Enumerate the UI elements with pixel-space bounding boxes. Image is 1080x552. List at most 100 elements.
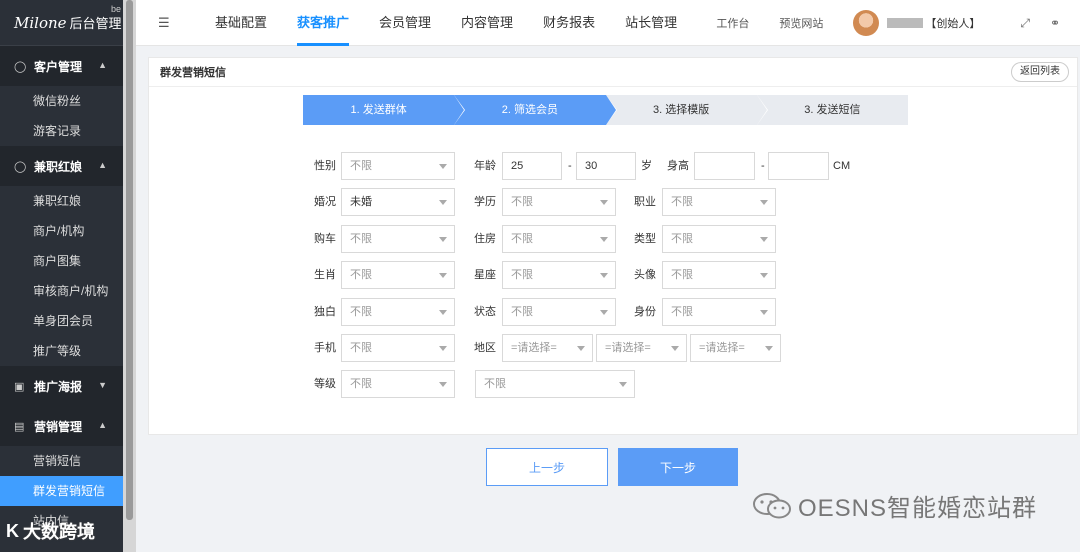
sidebar-item-visitor-records[interactable]: 游客记录	[0, 116, 123, 146]
chevron-down-icon	[439, 237, 447, 242]
constellation-select[interactable]: 不限	[502, 261, 616, 289]
age-range-separator: -	[568, 160, 572, 172]
car-select[interactable]: 不限	[341, 225, 455, 253]
avatar-select[interactable]: 不限	[662, 261, 776, 289]
tab-admin-management[interactable]: 站长管理	[610, 0, 692, 46]
house-label: 住房	[474, 233, 496, 245]
type-label: 类型	[634, 233, 656, 245]
sidebar-group-customer[interactable]: ◯ 客户管理 ▲	[0, 46, 123, 86]
chevron-down-icon	[439, 310, 447, 315]
sidebar-group-matchmaker[interactable]: ◯ 兼职红娘 ▲	[0, 146, 123, 186]
scrollbar-thumb[interactable]	[126, 0, 133, 520]
users-icon: ◯	[14, 160, 27, 173]
calendar-icon: ▣	[14, 380, 25, 393]
prev-step-button[interactable]: 上一步	[486, 448, 608, 486]
phone-label: 手机	[314, 342, 336, 354]
users-icon: ◯	[14, 60, 27, 73]
sidebar-item-review-merchants[interactable]: 审核商户/机构	[0, 276, 123, 306]
region-city-select[interactable]: =请选择=	[596, 334, 687, 362]
tab-basic-config[interactable]: 基础配置	[200, 0, 282, 46]
car-label: 购车	[314, 233, 336, 245]
back-to-list-button[interactable]: 返回列表	[1011, 62, 1069, 82]
watermark-oesns: OESNS智能婚恋站群	[752, 488, 1037, 523]
wechat-icon	[753, 492, 791, 518]
watermark-dashu: K 大数跨境	[6, 518, 95, 544]
sidebar-item-marketing-sms[interactable]: 营销短信	[0, 446, 123, 476]
logo[interactable]: Milone 后台管理 be	[0, 0, 123, 46]
sidebar-item-merchant-gallery[interactable]: 商户图集	[0, 246, 123, 276]
fullscreen-icon[interactable]: ⤢	[1020, 16, 1030, 31]
house-select[interactable]: 不限	[502, 225, 616, 253]
marriage-label: 婚况	[314, 196, 336, 208]
chart-icon: ▤	[14, 420, 25, 433]
content-card: 群发营销短信 返回列表 1. 发送群体 2. 筛选会员 3. 选择模版 3. 发…	[148, 57, 1078, 435]
chevron-down-icon	[760, 310, 768, 315]
age-max-input[interactable]: 30	[576, 152, 636, 180]
step-4: 3. 发送短信	[756, 95, 908, 125]
top-right-area: 工作台 预览网站 【创始人】 ⤢ ⚭	[716, 0, 1080, 46]
age-min-input[interactable]: 25	[502, 152, 562, 180]
marriage-select[interactable]: 未婚	[341, 188, 455, 216]
level-sub-select[interactable]: 不限	[475, 370, 635, 398]
type-select[interactable]: 不限	[662, 225, 776, 253]
education-select[interactable]: 不限	[502, 188, 616, 216]
sidebar-group-marketing[interactable]: ▤ 营销管理 ▲	[0, 406, 123, 446]
sidebar-scrollbar[interactable]	[123, 0, 136, 552]
next-step-button[interactable]: 下一步	[618, 448, 738, 486]
tab-financial-reports[interactable]: 财务报表	[528, 0, 610, 46]
job-select[interactable]: 不限	[662, 188, 776, 216]
zodiac-select[interactable]: 不限	[341, 261, 455, 289]
headset-icon[interactable]: ⚭	[1050, 16, 1060, 30]
height-min-input[interactable]	[694, 152, 755, 180]
tab-content-management[interactable]: 内容管理	[446, 0, 528, 46]
avatar[interactable]	[853, 10, 880, 36]
height-range-separator: -	[761, 160, 765, 172]
tab-member-management[interactable]: 会员管理	[364, 0, 446, 46]
sidebar-item-single-members[interactable]: 单身团会员	[0, 306, 123, 336]
user-role[interactable]: 【创始人】	[925, 15, 980, 31]
monologue-select[interactable]: 不限	[341, 298, 455, 326]
caret-down-icon: ▼	[98, 380, 107, 390]
sidebar-group-posters[interactable]: ▣ 推广海报 ▼	[0, 366, 123, 406]
menu-toggle-icon[interactable]: ☰	[158, 15, 172, 31]
age-label: 年龄	[474, 160, 496, 172]
sidebar-item-bulk-sms[interactable]: 群发营销短信	[0, 476, 123, 506]
sidebar-item-merchants[interactable]: 商户/机构	[0, 216, 123, 246]
level-select[interactable]: 不限	[341, 370, 455, 398]
chevron-down-icon	[760, 237, 768, 242]
sidebar-item-wechat-fans[interactable]: 微信粉丝	[0, 86, 123, 116]
logo-brand: Milone	[14, 13, 67, 32]
sidebar-item-promo-levels[interactable]: 推广等级	[0, 336, 123, 366]
chevron-down-icon	[760, 273, 768, 278]
logo-title: 后台管理	[69, 16, 122, 31]
workbench-link[interactable]: 工作台	[716, 15, 749, 31]
chevron-down-icon	[439, 382, 447, 387]
chevron-down-icon	[671, 346, 679, 351]
status-select[interactable]: 不限	[502, 298, 616, 326]
constellation-label: 星座	[474, 269, 496, 281]
preview-site-link[interactable]: 预览网站	[779, 15, 823, 31]
watermark-left-text: 大数跨境	[23, 522, 95, 542]
identity-label: 身份	[634, 306, 656, 318]
region-label: 地区	[474, 342, 496, 354]
chevron-down-icon	[439, 200, 447, 205]
topbar: ☰ 基础配置 获客推广 会员管理 内容管理 财务报表 站长管理 工作台 预览网站…	[136, 0, 1080, 46]
gender-select[interactable]: 不限	[341, 152, 455, 180]
step-1: 1. 发送群体	[303, 95, 465, 125]
job-label: 职业	[634, 196, 656, 208]
sidebar-item-matchmaker[interactable]: 兼职红娘	[0, 186, 123, 216]
identity-select[interactable]: 不限	[662, 298, 776, 326]
chevron-down-icon	[760, 200, 768, 205]
chevron-down-icon	[765, 346, 773, 351]
phone-select[interactable]: 不限	[341, 334, 455, 362]
region-province-select[interactable]: =请选择=	[502, 334, 593, 362]
step-2: 2. 筛选会员	[454, 95, 616, 125]
step-3: 3. 选择模版	[605, 95, 768, 125]
height-max-input[interactable]	[768, 152, 829, 180]
chevron-down-icon	[577, 346, 585, 351]
tab-customer-acquisition[interactable]: 获客推广	[282, 0, 364, 46]
age-unit: 岁	[641, 160, 652, 172]
region-district-select[interactable]: =请选择=	[690, 334, 781, 362]
height-label: 身高	[667, 160, 689, 172]
level-label: 等级	[314, 378, 336, 390]
